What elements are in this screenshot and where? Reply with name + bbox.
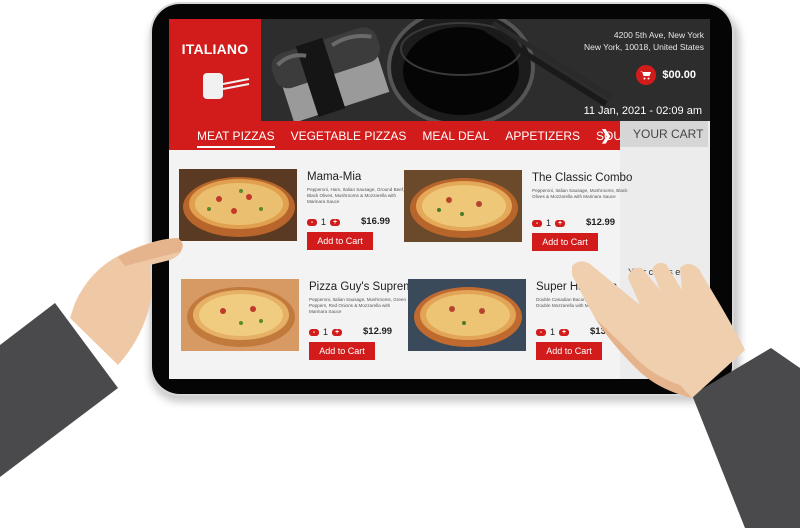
shopping-cart-icon [640, 71, 652, 80]
cart-total: $00.00 [662, 69, 696, 81]
address-line-2: New York, 10018, United States [583, 42, 704, 52]
product-description: Pepperoni, Italian Sausage, Mushrooms, G… [309, 297, 407, 315]
product-name: Mama-Mia [307, 171, 362, 183]
add-to-cart-button[interactable]: Add to Cart [307, 232, 373, 250]
cart-title: YOUR CART [620, 121, 708, 147]
product-card: Super Hawaiian Double Canadian Bacon, Do… [408, 279, 629, 379]
cart-panel: YOUR CART Your cart is empty. [620, 121, 710, 379]
header: ITALIANO 4200 5th Ave, New York New York… [169, 19, 710, 121]
product-description: Double Canadian Bacon, Double Pineapple … [536, 297, 629, 309]
store-address: 4200 5th Ave, New York New York, 10018, … [584, 29, 704, 53]
increase-quantity-button[interactable]: + [330, 218, 341, 226]
tab-meat-pizzas[interactable]: MEAT PIZZAS [197, 129, 275, 148]
brand-name: ITALIANO [181, 41, 249, 57]
quantity-value: 1 [323, 327, 329, 337]
product-card: The Classic Combo Pepperoni, Italian Sau… [404, 170, 632, 270]
product-description: Pepperoni, Italian Sausage, Mushrooms, B… [532, 188, 628, 200]
product-description: Pepperoni, Ham, Italian Sausage, Ground … [307, 187, 405, 205]
address-line-1: 4200 5th Ave, New York [613, 30, 704, 40]
product-name: The Classic Combo [532, 172, 633, 184]
pizza-image [181, 279, 299, 351]
quantity-stepper: - 1 + [532, 218, 566, 228]
date-time: 11 Jan, 2021 - 02:09 am [583, 105, 702, 117]
category-nav: MEAT PIZZAS VEGETABLE PIZZAS MEAL DEAL A… [169, 121, 630, 150]
hero-sushi-illustration [261, 19, 621, 121]
increase-quantity-button[interactable]: + [332, 328, 343, 336]
pizza-image [179, 169, 297, 241]
app-screen: ITALIANO 4200 5th Ave, New York New York… [169, 19, 710, 379]
product-price: $12.99 [586, 217, 616, 228]
quantity-stepper: - 1 + [307, 217, 341, 227]
product-card: Mama-Mia Pepperoni, Ham, Italian Sausage… [179, 169, 404, 269]
tab-appetizers[interactable]: APPETIZERS [505, 129, 580, 143]
quantity-value: 1 [321, 217, 327, 227]
product-name: Pizza Guy's Supreme [309, 281, 420, 293]
left-sleeve [0, 303, 118, 477]
decrease-quantity-button[interactable]: - [307, 218, 317, 226]
chevron-right-icon[interactable]: ❯ [600, 127, 612, 144]
add-to-cart-button[interactable]: Add to Cart [309, 342, 375, 360]
cart-summary[interactable]: $00.00 [636, 65, 696, 85]
sushi-chopsticks-icon [203, 73, 250, 99]
quantity-stepper: - 1 + [536, 327, 570, 337]
cart-empty-message: Your cart is empty. [628, 267, 702, 277]
quantity-value: 1 [550, 327, 556, 337]
add-to-cart-button[interactable]: Add to Cart [536, 342, 602, 360]
product-price: $16.99 [361, 216, 391, 227]
quantity-stepper: - 1 + [309, 327, 343, 337]
tab-vegetable-pizzas[interactable]: VEGETABLE PIZZAS [291, 129, 407, 143]
product-price: $12.99 [363, 326, 393, 337]
product-name: Super Hawaiian [536, 281, 618, 293]
increase-quantity-button[interactable]: + [555, 219, 566, 227]
pizza-image [404, 170, 522, 242]
decrease-quantity-button[interactable]: - [532, 219, 542, 227]
add-to-cart-button[interactable]: Add to Cart [532, 233, 598, 251]
product-card: Pizza Guy's Supreme Pepperoni, Italian S… [181, 279, 419, 379]
brand-block: ITALIANO [169, 19, 261, 121]
cart-button[interactable] [636, 65, 657, 85]
decrease-quantity-button[interactable]: - [309, 328, 319, 336]
decrease-quantity-button[interactable]: - [536, 328, 546, 336]
increase-quantity-button[interactable]: + [559, 328, 570, 336]
quantity-value: 1 [546, 218, 552, 228]
product-price: $13.99 [590, 326, 620, 337]
pizza-image [408, 279, 526, 351]
tab-meal-deal[interactable]: MEAL DEAL [422, 129, 489, 143]
